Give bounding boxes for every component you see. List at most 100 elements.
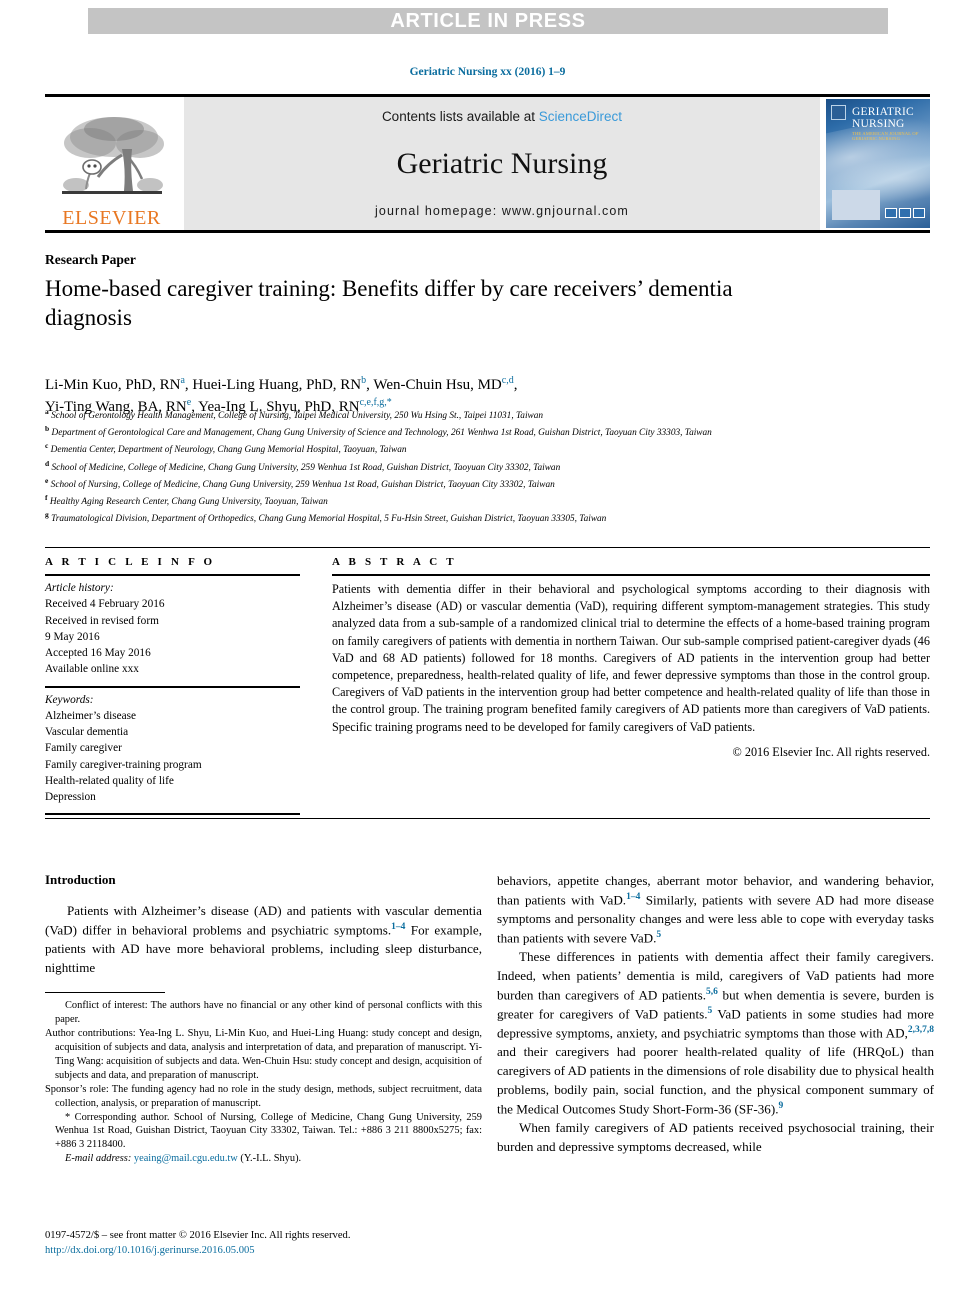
affiliation-item: c Dementia Center, Department of Neurolo… — [45, 440, 935, 457]
body-column-right: behaviors, appetite changes, aberrant mo… — [497, 872, 934, 1157]
citation-ref[interactable]: 5 — [656, 930, 661, 940]
affiliation-mark: d — [45, 458, 50, 468]
footer-imprint: 0197-4572/$ – see front matter © 2016 El… — [45, 1228, 515, 1258]
paragraph: behaviors, appetite changes, aberrant mo… — [497, 872, 934, 948]
page-title: Home-based caregiver training: Benefits … — [45, 276, 733, 330]
affiliation-text: School of Gerontology Health Management,… — [51, 411, 544, 422]
email-address-owner: (Y.-I.L. Shyu). — [240, 1153, 302, 1165]
affiliation-mark: e — [45, 475, 49, 485]
affiliation-mark: g — [45, 510, 49, 520]
article-history-block: Article history: Received 4 February 201… — [45, 576, 300, 678]
issn-copyright-line: 0197-4572/$ – see front matter © 2016 El… — [45, 1230, 351, 1241]
citation-ref[interactable]: 1–4 — [391, 922, 405, 932]
citation-ref[interactable]: 1–4 — [626, 892, 640, 902]
author-name: Wen-Chuin Hsu, MD — [373, 377, 502, 393]
email-address-link[interactable]: yeaing@mail.cgu.edu.tw — [134, 1153, 238, 1164]
citation-ref[interactable]: 9 — [779, 1101, 784, 1111]
affiliation-item: a School of Gerontology Health Managemen… — [45, 406, 935, 423]
author-affiliation-mark[interactable]: a — [180, 375, 184, 386]
affiliation-item: e School of Nursing, College of Medicine… — [45, 475, 935, 492]
article-history-item: 9 May 2016 — [45, 630, 100, 643]
article-history-item: Available online xxx — [45, 663, 139, 676]
cover-publisher-badge-icon — [831, 105, 846, 120]
journal-title: Geriatric Nursing — [396, 147, 608, 180]
article-type-label: Research Paper — [45, 252, 136, 267]
affiliation-list: a School of Gerontology Health Managemen… — [45, 406, 935, 527]
article-history-item: Accepted 16 May 2016 — [45, 647, 151, 660]
affiliation-item: g Traumatological Division, Department o… — [45, 509, 935, 526]
keywords-block: Keywords: Alzheimer’s disease Vascular d… — [45, 688, 300, 806]
article-info-heading: A R T I C L E I N F O — [45, 556, 216, 568]
journal-cover-thumbnail[interactable]: GERIATRIC NURSING THE AMERICAN JOURNAL O… — [826, 99, 930, 228]
cover-logo-strip — [885, 208, 925, 218]
info-band-top-rule — [45, 547, 930, 548]
journal-masthead: ELSEVIER Contents lists available at Sci… — [45, 94, 930, 233]
affiliation-text: Traumatological Division, Department of … — [51, 514, 607, 525]
keyword-item: Health-related quality of life — [45, 774, 174, 787]
paragraph: These differences in patients with demen… — [497, 948, 934, 1119]
keyword-item: Alzheimer’s disease — [45, 709, 137, 722]
article-in-press-banner: ARTICLE IN PRESS — [88, 8, 888, 34]
article-info-column: A R T I C L E I N F O Article history: R… — [45, 556, 300, 816]
keyword-item: Family caregiver — [45, 742, 122, 755]
cover-title-line-2: NURSING — [852, 118, 905, 131]
section-heading-introduction: Introduction — [45, 872, 116, 887]
masthead-center-panel: Contents lists available at ScienceDirec… — [184, 97, 820, 230]
info-band-bottom-rule — [45, 818, 930, 819]
contents-prefix-text: Contents lists available at — [381, 109, 539, 124]
author-name: Li-Min Kuo, PhD, RN — [45, 377, 181, 393]
affiliation-item: b Department of Gerontological Care and … — [45, 423, 935, 440]
author-affiliation-mark[interactable]: c,d — [502, 375, 514, 386]
citation-ref[interactable]: 2,3,7,8 — [908, 1025, 934, 1035]
footnote-corresponding-author: * Corresponding author. School of Nursin… — [55, 1111, 482, 1151]
email-address-label: E-mail address: — [65, 1153, 132, 1165]
footnote-author-contributions: Author contributions: Yea-Ing L. Shyu, L… — [45, 1027, 482, 1081]
keyword-item: Vascular dementia — [45, 726, 129, 739]
elsevier-logo: ELSEVIER — [45, 97, 178, 230]
paragraph: When family caregivers of AD patients re… — [497, 1120, 934, 1154]
footnote-email-line: E-mail address: yeaing@mail.cgu.edu.tw (… — [45, 1152, 482, 1166]
paragraph-part: and their caregivers had poorer health-r… — [497, 1044, 934, 1117]
cover-title-block: GERIATRIC NURSING THE AMERICAN JOURNAL O… — [852, 106, 926, 142]
keyword-item: Depression — [45, 791, 96, 804]
keywords-bottom-rule — [45, 813, 300, 816]
affiliation-mark: a — [45, 407, 49, 416]
keywords-label: Keywords: — [45, 693, 94, 706]
footnote-block: Conflict of interest: The authors have n… — [45, 999, 482, 1166]
abstract-column: A B S T R A C T Patients with dementia d… — [332, 556, 930, 760]
article-history-label: Article history: — [45, 582, 114, 594]
affiliation-mark: b — [45, 424, 50, 434]
footnote-separator-rule — [45, 992, 165, 993]
affiliation-text: Dementia Center, Department of Neurology… — [50, 445, 407, 456]
affiliation-text: School of Nursing, College of Medicine, … — [50, 479, 555, 490]
affiliation-text: Department of Gerontological Care and Ma… — [51, 428, 712, 439]
affiliation-item: d School of Medicine, College of Medicin… — [45, 458, 935, 475]
cover-whitespace-box — [832, 190, 880, 220]
article-in-press-label: ARTICLE IN PRESS — [390, 9, 586, 32]
elsevier-tree-icon — [61, 117, 164, 194]
affiliation-mark: f — [45, 493, 48, 503]
cover-subtitle: THE AMERICAN JOURNAL OF GERIATRIC NURSIN… — [852, 131, 919, 141]
doi-link[interactable]: http://dx.doi.org/10.1016/j.gerinurse.20… — [45, 1243, 515, 1258]
author-affiliation-mark[interactable]: b — [361, 375, 366, 386]
article-history-item: Received in revised form — [45, 614, 159, 627]
abstract-text: Patients with dementia differ in their b… — [332, 582, 930, 734]
abstract-copyright: © 2016 Elsevier Inc. All rights reserved… — [732, 744, 930, 759]
paragraph: Patients with Alzheimer’s disease (AD) a… — [45, 902, 482, 978]
affiliation-text: School of Medicine, College of Medicine,… — [51, 462, 561, 473]
author-name: Huei-Ling Huang, PhD, RN — [192, 377, 362, 393]
contents-list-line: Contents lists available at ScienceDirec… — [382, 109, 622, 124]
body-column-left: Introduction Patients with Alzheimer’s d… — [45, 872, 482, 978]
footnote-sponsor-role: Sponsor’s role: The funding agency had n… — [45, 1083, 482, 1109]
abstract-heading: A B S T R A C T — [332, 556, 457, 568]
article-history-item: Received 4 February 2016 — [45, 598, 165, 611]
affiliation-mark: c — [45, 441, 49, 451]
footnote-conflict-of-interest: Conflict of interest: The authors have n… — [55, 1000, 482, 1025]
elsevier-wordmark: ELSEVIER — [62, 207, 161, 229]
keyword-item: Family caregiver-training program — [45, 758, 202, 771]
sciencedirect-link[interactable]: ScienceDirect — [539, 109, 622, 124]
affiliation-item: f Healthy Aging Research Center, Chang G… — [45, 492, 935, 509]
journal-homepage-link[interactable]: journal homepage: www.gnjournal.com — [375, 204, 629, 218]
citation-ref[interactable]: 5,6 — [706, 987, 718, 997]
affiliation-text: Healthy Aging Research Center, Chang Gun… — [49, 497, 328, 508]
